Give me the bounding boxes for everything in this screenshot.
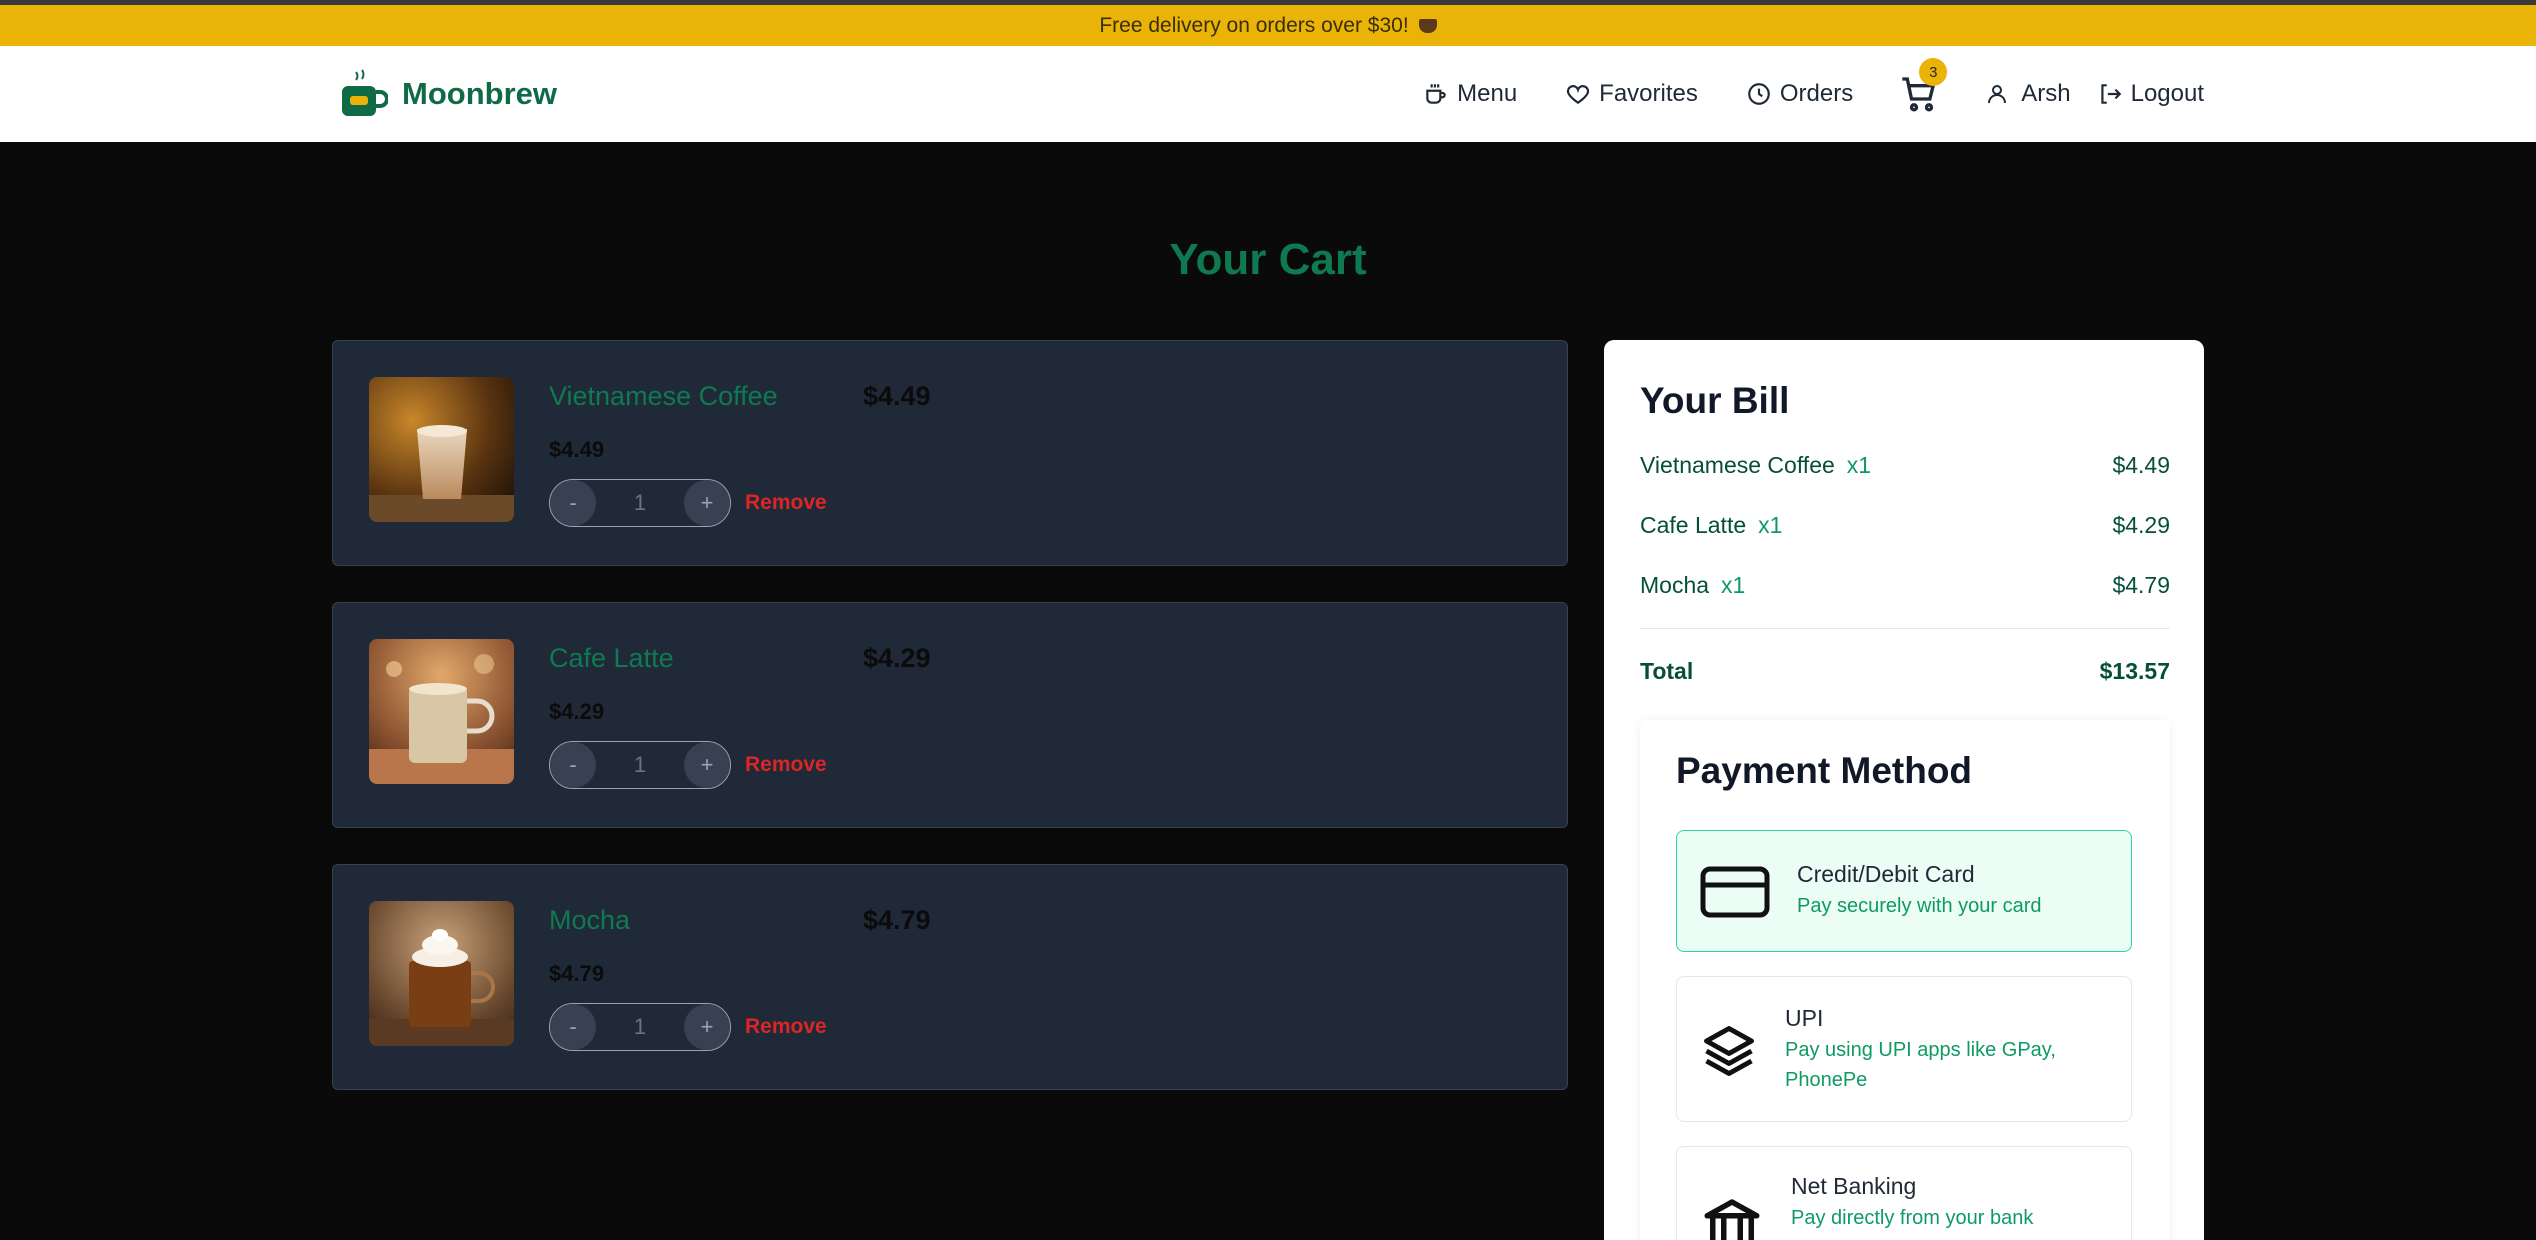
payment-option-title: Credit/Debit Card bbox=[1797, 861, 1975, 887]
quantity-stepper: - 1 + bbox=[549, 479, 731, 527]
cafe-latte-image bbox=[369, 639, 514, 784]
remove-item-button[interactable]: Remove bbox=[745, 491, 827, 515]
nav-menu[interactable]: Menu bbox=[1423, 80, 1517, 108]
payment-option-netbanking[interactable]: Net Banking Pay directly from your bank bbox=[1676, 1146, 2132, 1240]
bill-item-name: Cafe Latte bbox=[1640, 512, 1747, 538]
bill-divider bbox=[1640, 628, 2170, 629]
bill-row: Cafe Latte x1 $4.29 bbox=[1640, 512, 2170, 539]
item-name: Cafe Latte bbox=[549, 643, 674, 673]
item-price: $4.79 bbox=[863, 905, 931, 935]
brand-logo-link[interactable]: Moonbrew bbox=[340, 68, 557, 120]
user-icon bbox=[1988, 85, 2007, 104]
cart-item: Mocha $4.79 $4.79 - 1 + Remove bbox=[332, 864, 1568, 1090]
promo-text: Free delivery on orders over $30! bbox=[1099, 13, 1409, 37]
cart-button[interactable]: 3 bbox=[1899, 58, 1948, 114]
coffee-icon bbox=[1426, 84, 1446, 104]
item-price: $4.49 bbox=[863, 381, 931, 411]
mocha-image bbox=[369, 901, 514, 1046]
bill-item-qty: x1 bbox=[1721, 572, 1746, 598]
payment-option-subtitle: Pay using UPI apps like GPay, PhonePe bbox=[1785, 1039, 2056, 1091]
item-unit-price: $4.29 bbox=[549, 699, 605, 724]
credit-card-icon bbox=[1700, 866, 1770, 918]
quantity-stepper: - 1 + bbox=[549, 741, 731, 789]
cart-count-badge: 3 bbox=[1919, 58, 1948, 86]
payment-option-subtitle: Pay securely with your card bbox=[1797, 895, 2042, 917]
decrease-quantity-button[interactable]: - bbox=[550, 742, 596, 788]
total-label: Total bbox=[1640, 658, 1694, 684]
remove-item-button[interactable]: Remove bbox=[745, 1015, 827, 1039]
nav-menu-label: Menu bbox=[1457, 80, 1518, 107]
remove-item-button[interactable]: Remove bbox=[745, 753, 827, 777]
bill-item-name: Vietnamese Coffee bbox=[1640, 452, 1835, 478]
increase-quantity-button[interactable]: + bbox=[684, 480, 730, 526]
nav-orders[interactable]: Orders bbox=[1746, 80, 1853, 108]
coffee-cup-icon bbox=[1418, 18, 1437, 33]
nav-favorites[interactable]: Favorites bbox=[1565, 80, 1698, 108]
cart-item: Cafe Latte $4.29 $4.29 - 1 + Remove bbox=[332, 602, 1568, 828]
logout-button[interactable]: Logout bbox=[2097, 80, 2204, 108]
bill-row: Mocha x1 $4.79 bbox=[1640, 572, 2170, 599]
main-nav: Menu Favorites Orders 3 Arsh Logout bbox=[1375, 46, 2204, 142]
user-name: Arsh bbox=[2021, 80, 2071, 107]
payment-option-card[interactable]: Credit/Debit Card Pay securely with your… bbox=[1676, 830, 2132, 952]
bill-item-amount: $4.29 bbox=[2112, 512, 2170, 538]
bill-title: Your Bill bbox=[1640, 380, 1790, 421]
bill-panel: Your Bill Vietnamese Coffee x1 $4.49 Cafe… bbox=[1604, 340, 2204, 1240]
vietnamese-coffee-image bbox=[369, 377, 514, 522]
bank-icon bbox=[1704, 1199, 1760, 1240]
increase-quantity-button[interactable]: + bbox=[684, 742, 730, 788]
promo-banner: Free delivery on orders over $30! bbox=[0, 5, 2536, 46]
nav-favorites-label: Favorites bbox=[1599, 80, 1698, 107]
heart-icon bbox=[1567, 85, 1590, 104]
bill-item-amount: $4.79 bbox=[2112, 572, 2170, 598]
quantity-stepper: - 1 + bbox=[549, 1003, 731, 1051]
cart-item: Vietnamese Coffee $4.49 $4.49 - 1 + Remo… bbox=[332, 340, 1568, 566]
logout-label: Logout bbox=[2130, 80, 2204, 107]
payment-option-upi[interactable]: UPI Pay using UPI apps like GPay, PhoneP… bbox=[1676, 976, 2132, 1122]
decrease-quantity-button[interactable]: - bbox=[550, 480, 596, 526]
bill-item-name: Mocha bbox=[1640, 572, 1710, 598]
quantity-value: 1 bbox=[633, 1014, 647, 1039]
clock-icon bbox=[1748, 83, 1770, 105]
item-name: Mocha bbox=[549, 905, 631, 935]
payment-option-subtitle: Pay directly from your bank bbox=[1791, 1207, 2034, 1229]
total-value: $13.57 bbox=[2099, 658, 2170, 684]
item-name: Vietnamese Coffee bbox=[549, 381, 778, 411]
quantity-value: 1 bbox=[633, 490, 647, 515]
bill-item-amount: $4.49 bbox=[2112, 452, 2170, 478]
coffee-mug-logo-icon bbox=[340, 68, 389, 120]
item-unit-price: $4.49 bbox=[549, 437, 605, 462]
item-price: $4.29 bbox=[863, 643, 931, 673]
bill-total-row: Total $13.57 bbox=[1640, 658, 2170, 685]
payment-method-title: Payment Method bbox=[1676, 750, 1973, 791]
user-profile-link[interactable]: Arsh bbox=[1985, 80, 2071, 108]
decrease-quantity-button[interactable]: - bbox=[550, 1004, 596, 1050]
payment-option-title: UPI bbox=[1785, 1005, 1824, 1031]
bill-row: Vietnamese Coffee x1 $4.49 bbox=[1640, 452, 2170, 479]
quantity-value: 1 bbox=[633, 752, 647, 777]
bill-item-qty: x1 bbox=[1758, 512, 1783, 538]
layers-icon bbox=[1704, 1026, 1754, 1076]
page-title: Your Cart bbox=[1169, 235, 1367, 284]
increase-quantity-button[interactable]: + bbox=[684, 1004, 730, 1050]
payment-method-panel: Payment Method Credit/Debit Card Pay sec… bbox=[1640, 720, 2170, 1240]
payment-option-title: Net Banking bbox=[1791, 1173, 1917, 1199]
logout-icon bbox=[2100, 84, 2121, 104]
brand-name: Moonbrew bbox=[402, 76, 557, 111]
site-header: Moonbrew Menu Favorites Orders 3 Arsh Lo… bbox=[0, 46, 2536, 142]
bill-item-qty: x1 bbox=[1846, 452, 1872, 478]
nav-orders-label: Orders bbox=[1779, 80, 1854, 107]
item-unit-price: $4.79 bbox=[549, 961, 605, 986]
